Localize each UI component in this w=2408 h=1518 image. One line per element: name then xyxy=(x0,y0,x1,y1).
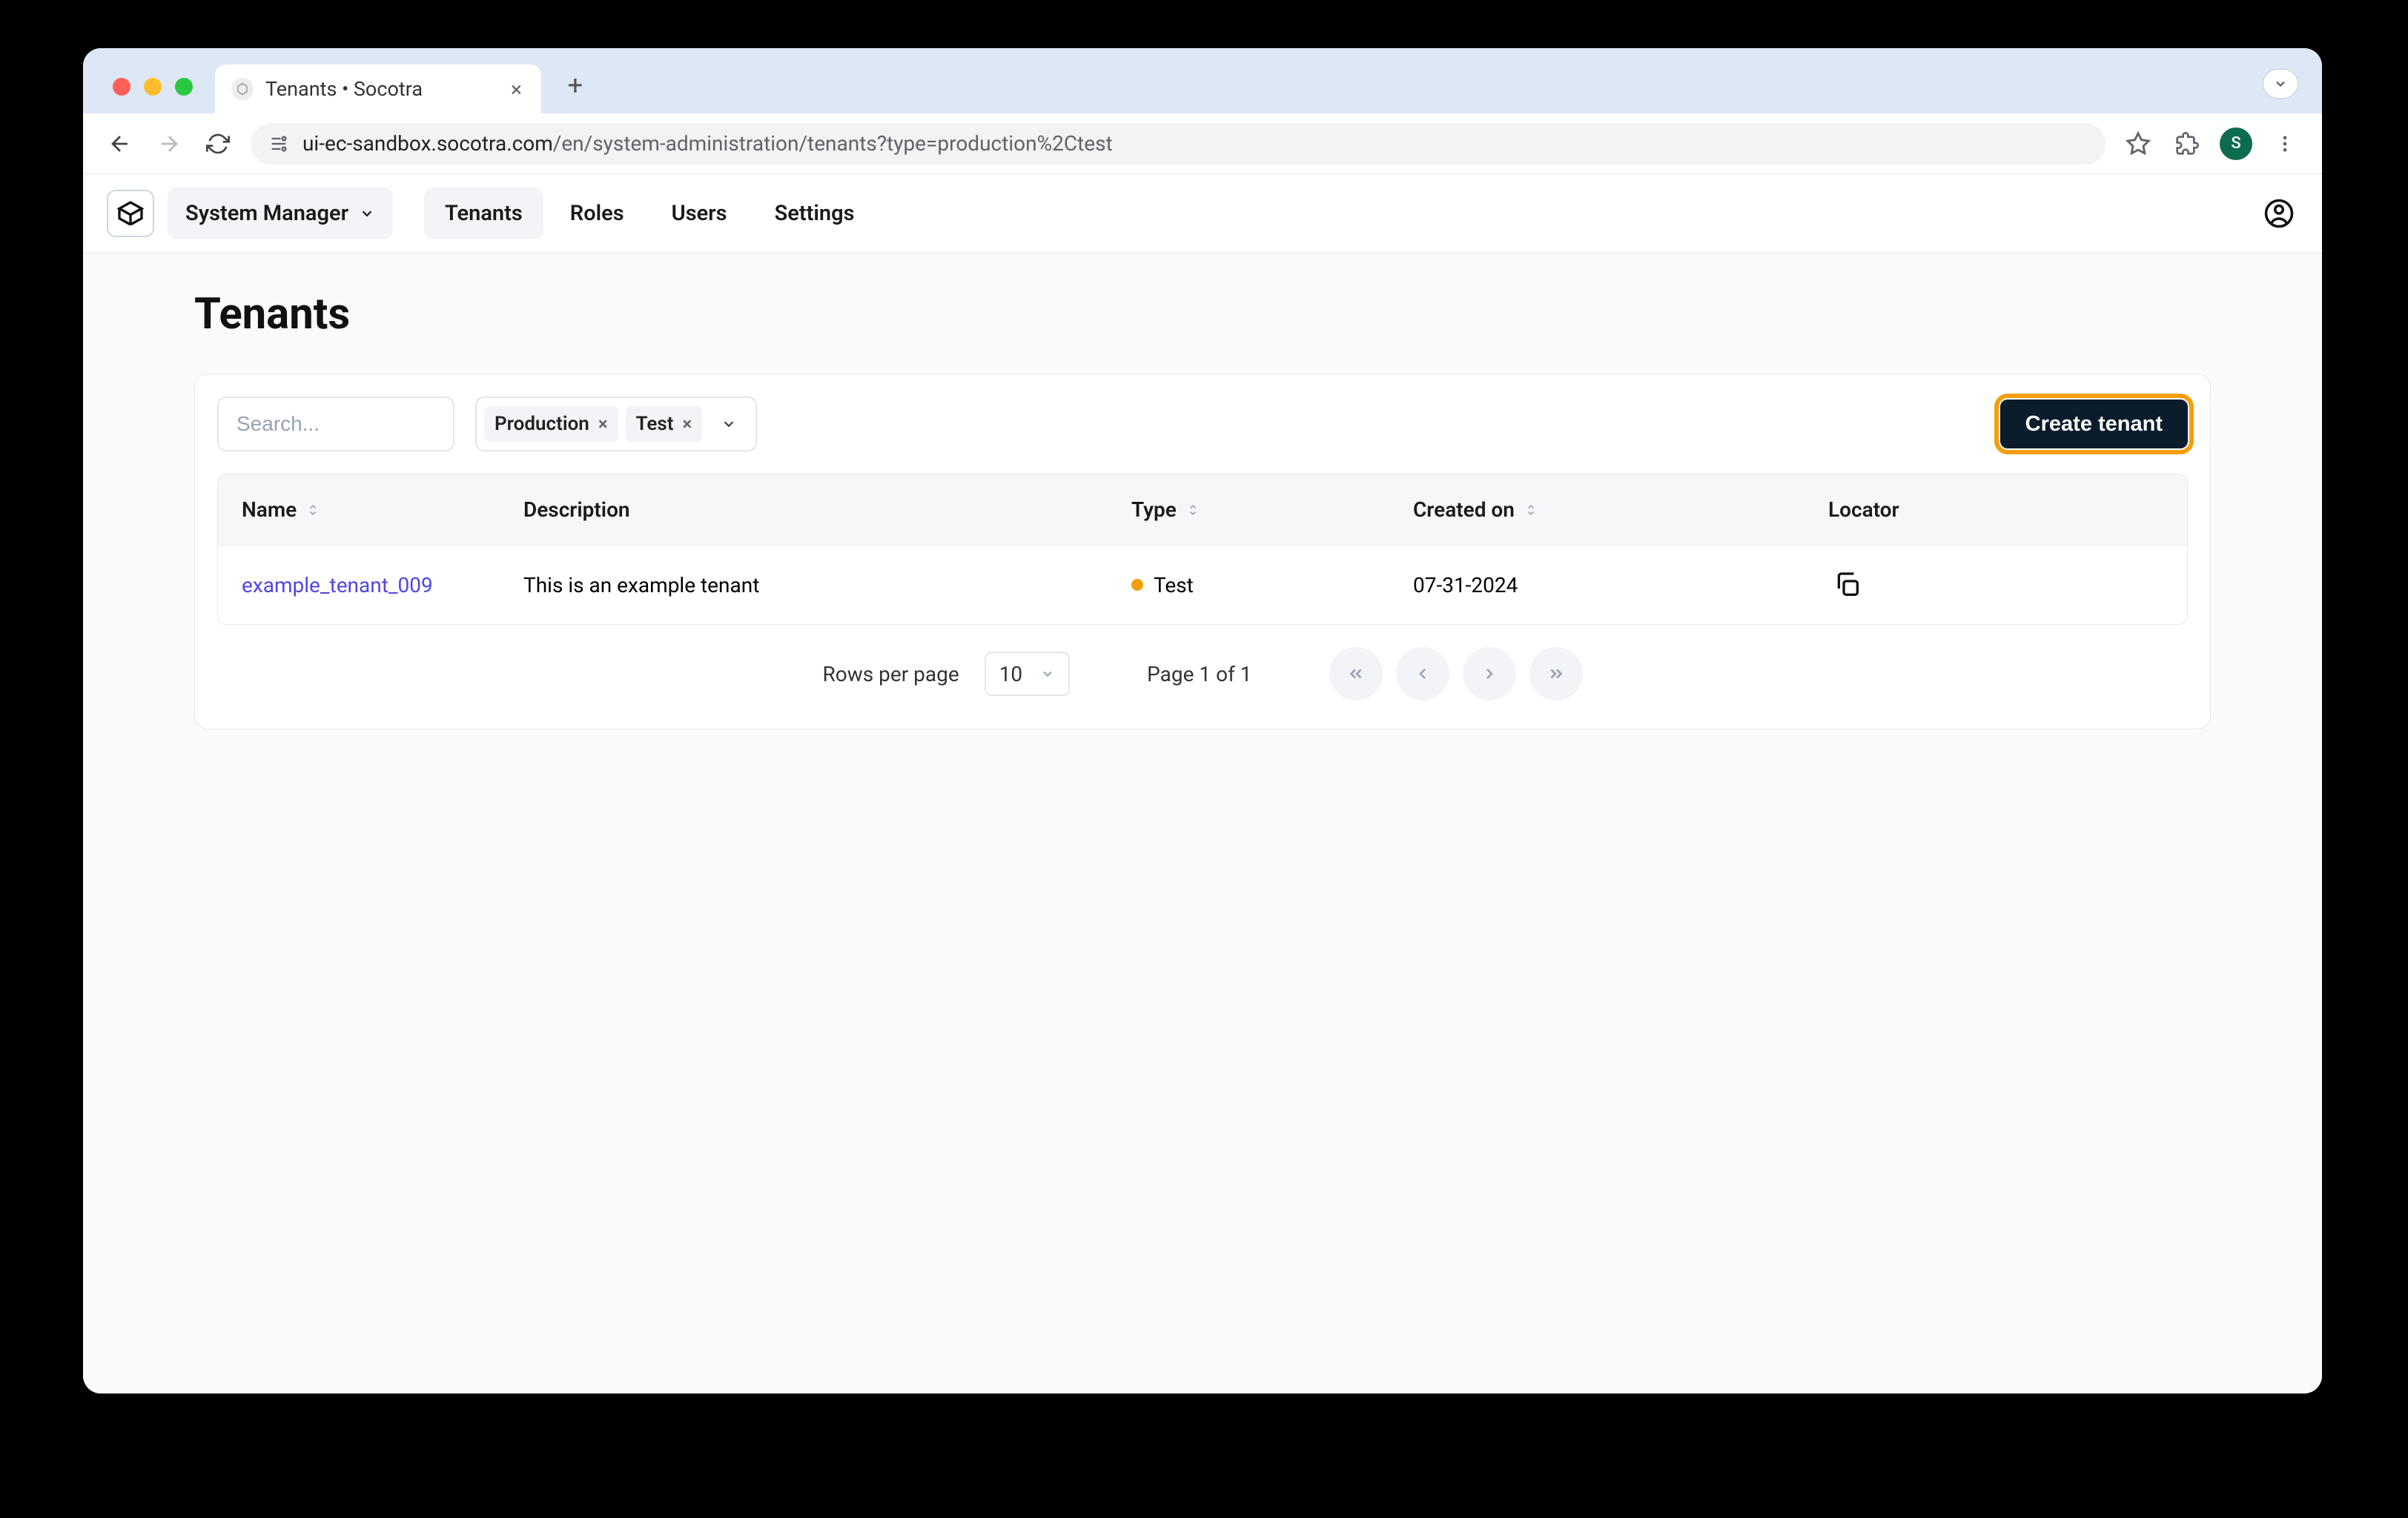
table-row: example_tenant_009 This is an example te… xyxy=(218,546,2187,624)
next-page-button[interactable] xyxy=(1463,647,1516,700)
page-title: Tenants xyxy=(194,289,2211,339)
new-tab-button[interactable]: + xyxy=(559,69,592,102)
tab-title: Tenants • Socotra xyxy=(265,77,493,101)
col-type[interactable]: Type xyxy=(1131,497,1413,522)
rows-per-page-label: Rows per page xyxy=(823,662,959,686)
browser-tab[interactable]: Tenants • Socotra × xyxy=(215,64,541,113)
pagination: Rows per page 10 Page 1 of 1 xyxy=(217,625,2188,706)
url-bar[interactable]: ui-ec-sandbox.socotra.com/en/system-admi… xyxy=(251,123,2106,165)
nav-tab-roles[interactable]: Roles xyxy=(549,188,645,239)
cell-created: 07-31-2024 xyxy=(1413,573,1828,597)
copy-locator-button[interactable] xyxy=(1828,566,1867,604)
browser-window: Tenants • Socotra × + ui-ec-sandbox.soco… xyxy=(83,48,2322,1393)
cell-type: Test xyxy=(1131,573,1413,597)
create-tenant-button[interactable]: Create tenant xyxy=(2000,400,2188,448)
sort-icon xyxy=(305,503,320,517)
minimize-window-button[interactable] xyxy=(144,78,162,96)
url-text: ui-ec-sandbox.socotra.com/en/system-admi… xyxy=(302,131,1113,156)
pager-buttons xyxy=(1329,647,1583,700)
tenants-table: Name Description Type xyxy=(217,474,2188,625)
chevron-down-icon xyxy=(1040,666,1055,681)
prev-page-button[interactable] xyxy=(1396,647,1449,700)
tenants-toolbar: Production × Test × Create tenant xyxy=(217,397,2188,451)
window-controls xyxy=(113,78,193,96)
address-toolbar: ui-ec-sandbox.socotra.com/en/system-admi… xyxy=(83,113,2322,174)
app-header: System Manager Tenants Roles Users Setti… xyxy=(83,174,2322,253)
close-window-button[interactable] xyxy=(113,78,130,96)
context-switcher-label: System Manager xyxy=(185,201,348,226)
nav-tab-users[interactable]: Users xyxy=(651,188,748,239)
back-button[interactable] xyxy=(104,127,136,160)
remove-filter-icon[interactable]: × xyxy=(598,414,608,434)
user-profile-button[interactable] xyxy=(2260,194,2298,233)
nav-tab-settings[interactable]: Settings xyxy=(754,188,876,239)
cell-locator xyxy=(1828,566,2163,604)
first-page-button[interactable] xyxy=(1329,647,1383,700)
table-header: Name Description Type xyxy=(218,474,2187,546)
tenant-link[interactable]: example_tenant_009 xyxy=(242,573,433,597)
tenants-panel: Production × Test × Create tenant xyxy=(194,374,2211,729)
app-logo[interactable] xyxy=(107,190,154,237)
filter-chip-production[interactable]: Production × xyxy=(484,406,618,442)
col-description: Description xyxy=(523,497,1131,522)
remove-filter-icon[interactable]: × xyxy=(682,414,692,434)
context-switcher[interactable]: System Manager xyxy=(168,188,393,239)
cell-description: This is an example tenant xyxy=(523,573,1131,597)
tab-favicon xyxy=(231,78,254,100)
type-status-dot xyxy=(1131,579,1143,591)
tabs-overflow-button[interactable] xyxy=(2263,69,2298,99)
sort-icon xyxy=(1185,503,1200,517)
maximize-window-button[interactable] xyxy=(175,78,193,96)
tab-strip: Tenants • Socotra × + xyxy=(83,48,2322,113)
chevron-down-icon xyxy=(359,205,375,222)
page-info: Page 1 of 1 xyxy=(1147,662,1251,686)
reload-button[interactable] xyxy=(202,127,234,160)
extensions-button[interactable] xyxy=(2171,127,2203,160)
site-settings-icon[interactable] xyxy=(268,133,289,154)
col-name[interactable]: Name xyxy=(242,497,523,522)
main-nav: Tenants Roles Users Settings xyxy=(424,188,875,239)
search-input[interactable] xyxy=(217,397,454,451)
filter-group[interactable]: Production × Test × xyxy=(475,397,757,451)
close-tab-button[interactable]: × xyxy=(505,74,528,105)
filter-chip-test[interactable]: Test × xyxy=(626,406,703,442)
bookmark-button[interactable] xyxy=(2122,127,2154,160)
filter-dropdown-toggle[interactable] xyxy=(714,409,744,439)
nav-tab-tenants[interactable]: Tenants xyxy=(424,188,543,239)
sort-icon xyxy=(1524,503,1538,517)
col-created[interactable]: Created on xyxy=(1413,497,1828,522)
cell-name: example_tenant_009 xyxy=(242,573,523,597)
last-page-button[interactable] xyxy=(1529,647,1583,700)
rows-per-page-select[interactable]: 10 xyxy=(985,652,1070,696)
forward-button[interactable] xyxy=(153,127,185,160)
col-locator: Locator xyxy=(1828,497,2163,522)
browser-menu-button[interactable] xyxy=(2269,127,2301,160)
page-body: Tenants Production × Test × xyxy=(83,253,2322,1393)
browser-profile-button[interactable]: S xyxy=(2220,127,2252,160)
